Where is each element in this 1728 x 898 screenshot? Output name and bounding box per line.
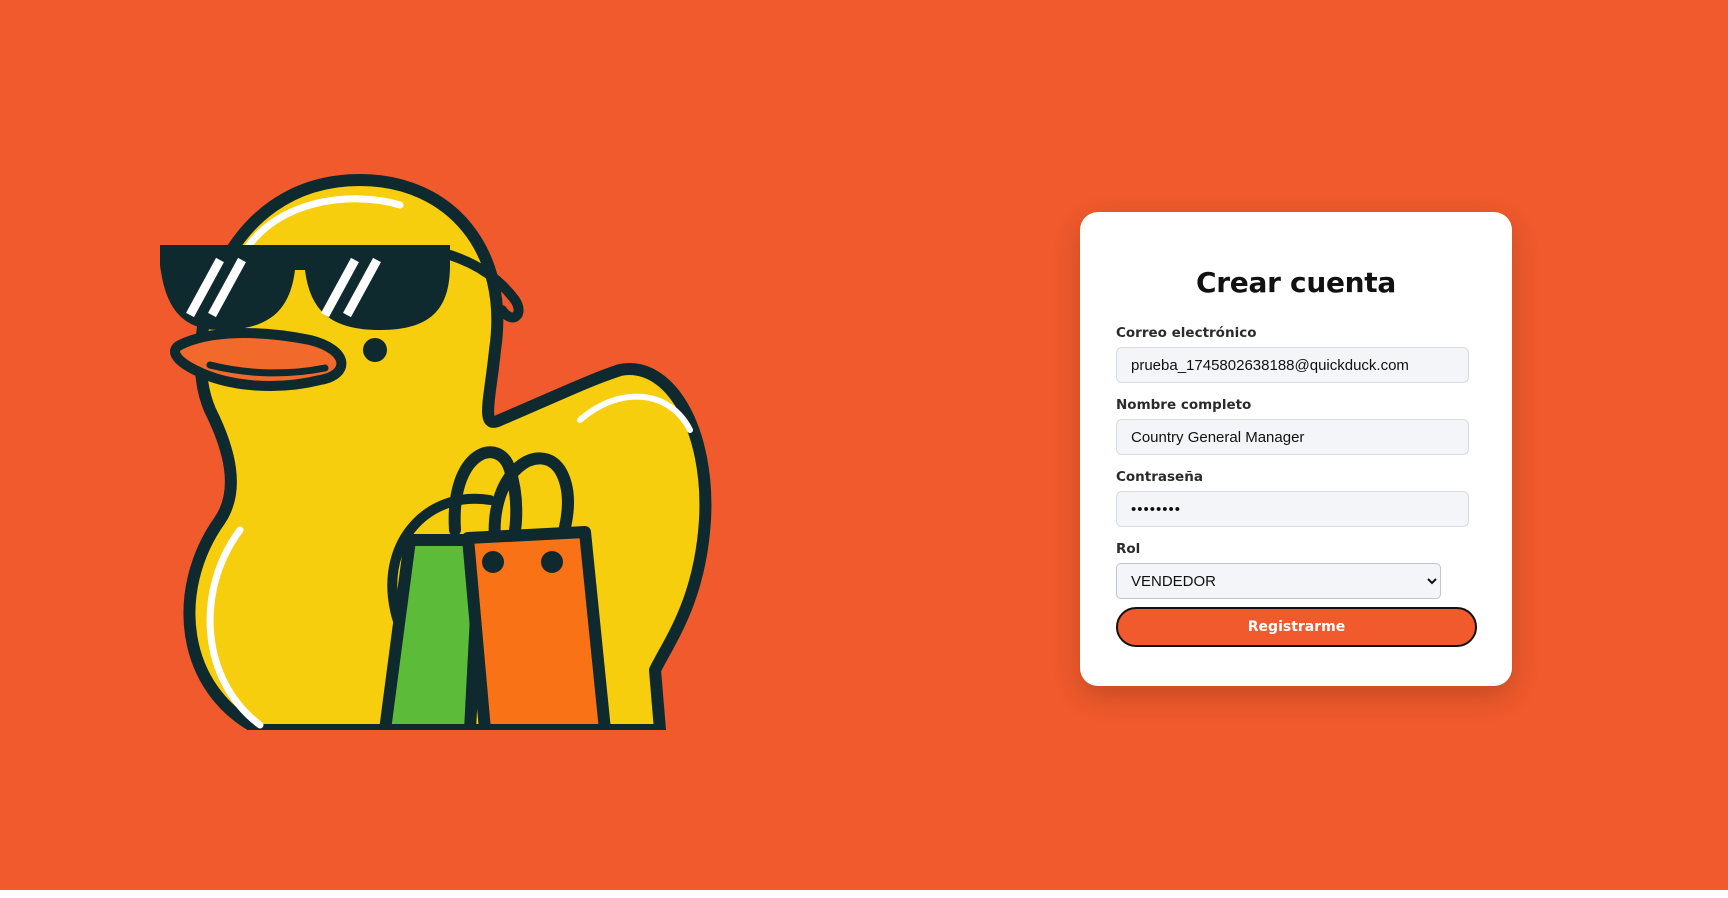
duck-mascot-logo xyxy=(150,170,730,730)
register-card: Crear cuenta Correo electrónico Nombre c… xyxy=(1080,212,1512,686)
role-select[interactable]: VENDEDOR xyxy=(1116,563,1441,599)
email-field[interactable] xyxy=(1116,347,1469,383)
page: Crear cuenta Correo electrónico Nombre c… xyxy=(0,0,1728,898)
register-button[interactable]: Registrarme xyxy=(1116,607,1477,647)
register-screen: Crear cuenta Correo electrónico Nombre c… xyxy=(0,0,1728,890)
password-field[interactable] xyxy=(1116,491,1469,527)
full-name-field[interactable] xyxy=(1116,419,1469,455)
full-name-label: Nombre completo xyxy=(1116,397,1252,413)
password-label: Contraseña xyxy=(1116,469,1203,485)
page-title: Crear cuenta xyxy=(1196,266,1396,299)
role-label: Rol xyxy=(1116,541,1141,557)
email-label: Correo electrónico xyxy=(1116,325,1257,341)
